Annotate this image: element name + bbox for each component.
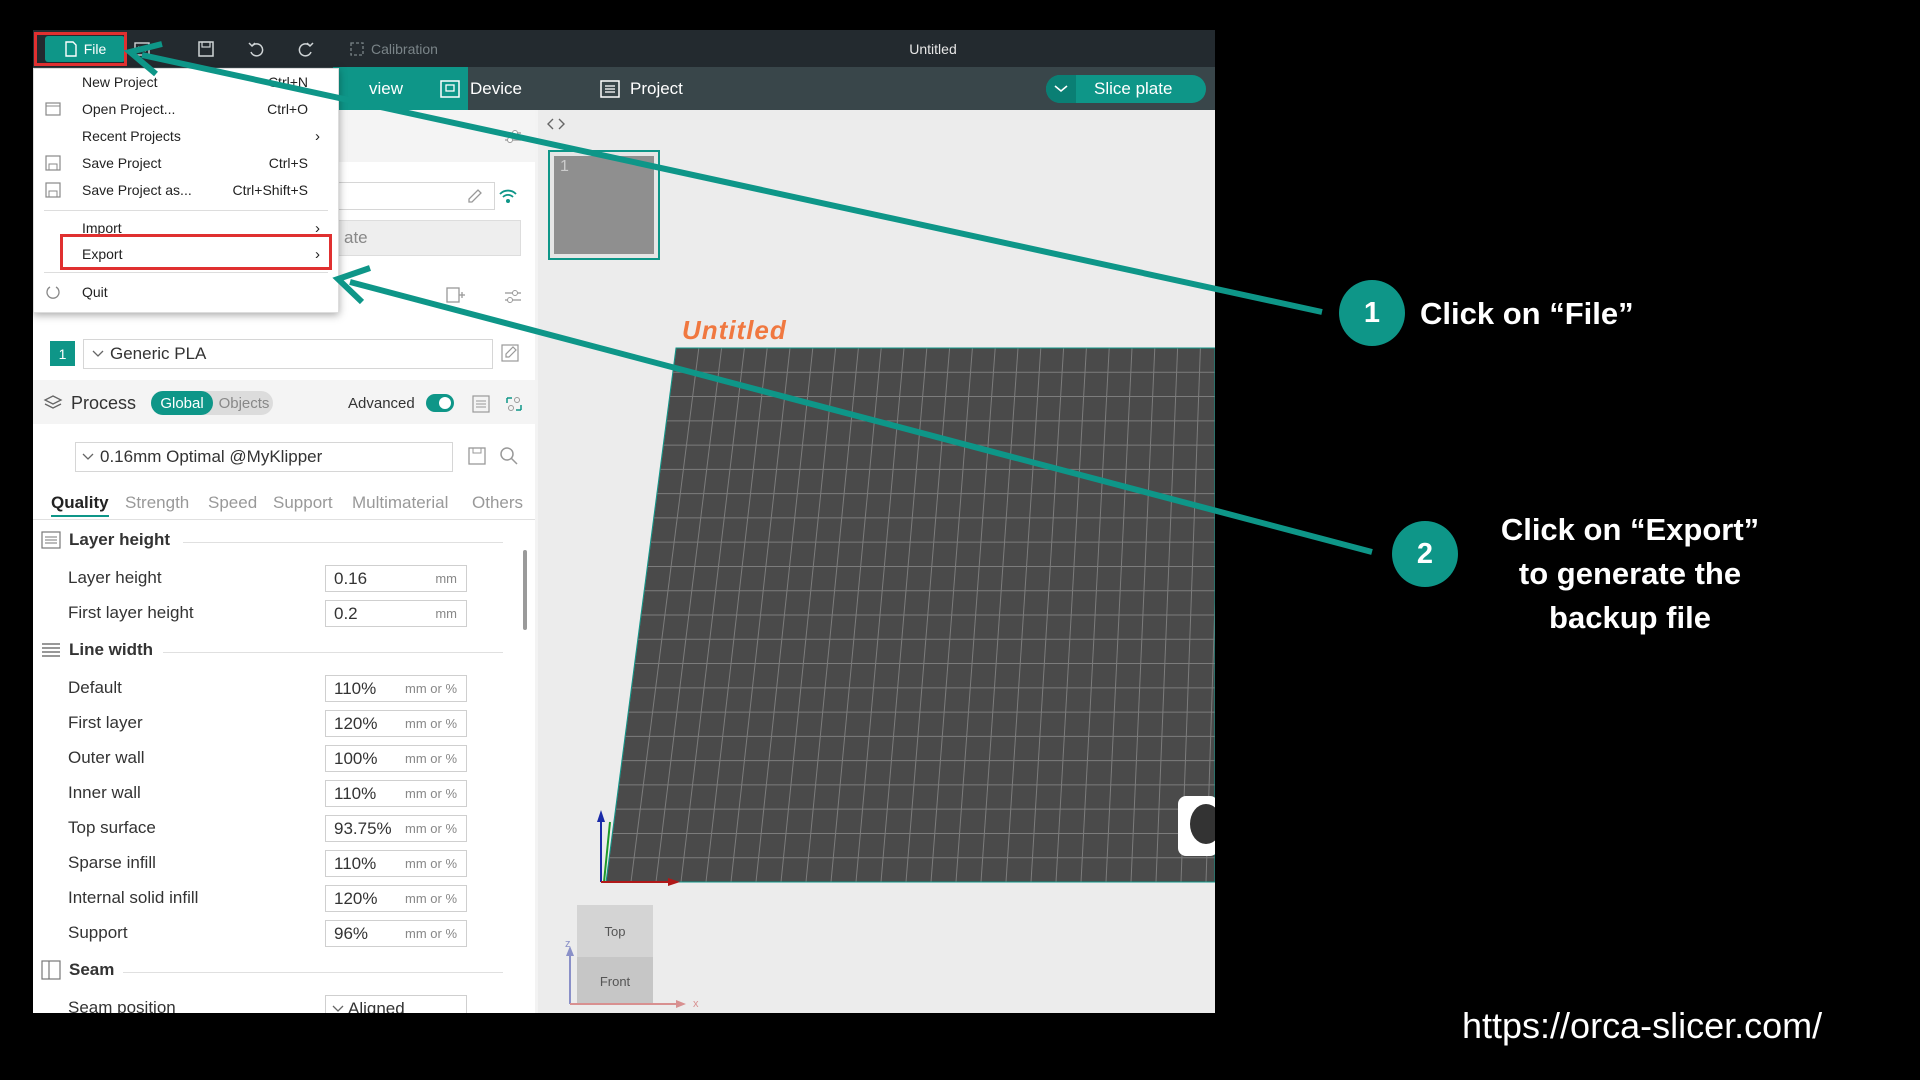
step-2-badge: 2 (1392, 521, 1458, 587)
source-url: https://orca-slicer.com/ (1462, 1005, 1823, 1046)
step-2-line-2: to generate the (1518, 556, 1742, 591)
step-1-badge: 1 (1339, 280, 1405, 346)
step-2-line-3: backup file (1549, 600, 1711, 635)
step-2-line-1: Click on “Export” (1500, 512, 1760, 547)
step-2-text: Click on “Export” to generate the backup… (1480, 508, 1780, 640)
step-1-text: Click on “File” (1420, 296, 1634, 331)
